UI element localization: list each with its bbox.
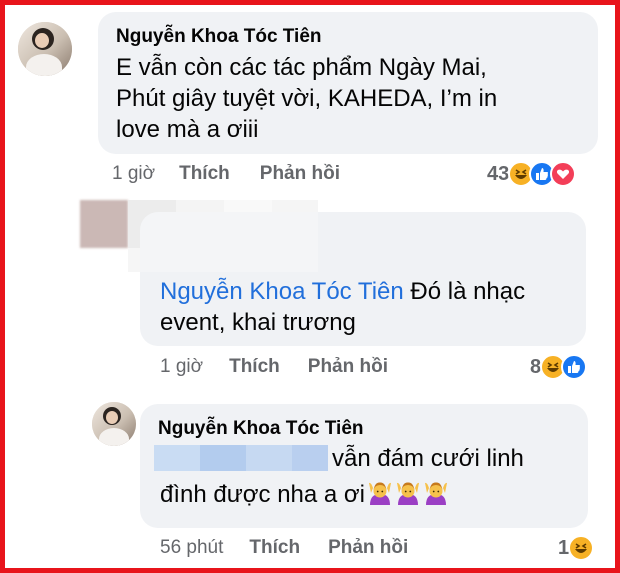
comment-author[interactable]: Nguyễn Khoa Tóc Tiên: [158, 418, 570, 440]
comment-text-line: Đó là nhạc: [403, 278, 526, 305]
haha-icon: [568, 535, 595, 561]
blurred-region: [292, 445, 328, 471]
person-raising-hands-emoji: [395, 479, 421, 507]
reply-button[interactable]: Phản hồi: [328, 537, 408, 559]
avatar-blurred[interactable]: [80, 200, 128, 248]
comment-actions: 1 giờ Thích Phản hồi: [112, 163, 340, 185]
comment-text-line: event, khai trương: [160, 309, 356, 336]
blurred-region: [200, 445, 246, 471]
like-button[interactable]: Thích: [229, 356, 280, 378]
blurred-region: [154, 445, 200, 471]
comment-author[interactable]: Nguyễn Khoa Tóc Tiên: [116, 26, 580, 48]
like-icon: [561, 354, 588, 380]
blurred-region: [128, 200, 318, 272]
reaction-summary[interactable]: 8: [530, 354, 588, 380]
comment-timestamp[interactable]: 1 giờ: [112, 163, 155, 185]
comment-text: Nguyễn Khoa Tóc Tiên Đó là nhạc event, k…: [160, 276, 580, 338]
comment-bubble: Nguyễn Khoa Tóc Tiên E vẫn còn các tác p…: [98, 12, 598, 154]
love-icon: [550, 161, 577, 187]
comment-actions: 1 giờ Thích Phản hồi: [160, 356, 388, 378]
reply-button[interactable]: Phản hồi: [308, 356, 388, 378]
person-raising-hands-emoji: [367, 479, 393, 507]
comment-text-line: love mà a ơiii: [116, 116, 259, 143]
like-button[interactable]: Thích: [249, 537, 300, 559]
person-raising-hands-emoji: [423, 479, 449, 507]
avatar[interactable]: [92, 402, 136, 446]
reply-button[interactable]: Phản hồi: [260, 163, 340, 185]
avatar[interactable]: [18, 22, 72, 76]
comment-text-line: đình được nha a ơi: [160, 481, 365, 508]
comment-text: vẫn đám cưới linh: [332, 443, 582, 474]
reaction-summary[interactable]: 1: [558, 535, 595, 561]
comment-text: đình được nha a ơi: [160, 479, 580, 510]
comment-text-line: E vẫn còn các tác phẩm Ngày Mai,: [116, 54, 487, 81]
comment-timestamp[interactable]: 1 giờ: [160, 356, 203, 378]
author-mention-link[interactable]: Nguyễn Khoa Tóc Tiên: [160, 278, 404, 305]
like-button[interactable]: Thích: [179, 163, 230, 185]
comment-text: E vẫn còn các tác phẩm Ngày Mai, Phút gi…: [116, 52, 580, 145]
reaction-summary[interactable]: 43: [487, 161, 577, 187]
comment-timestamp[interactable]: 56 phút: [160, 537, 223, 559]
comment-text-line: Phút giây tuyệt vời, KAHEDA, I’m in: [116, 85, 498, 112]
comment-text-line: vẫn đám cưới linh: [332, 445, 524, 472]
blurred-region: [246, 445, 292, 471]
comment-actions: 56 phút Thích Phản hồi: [160, 537, 408, 559]
reaction-count: 43: [487, 162, 510, 185]
